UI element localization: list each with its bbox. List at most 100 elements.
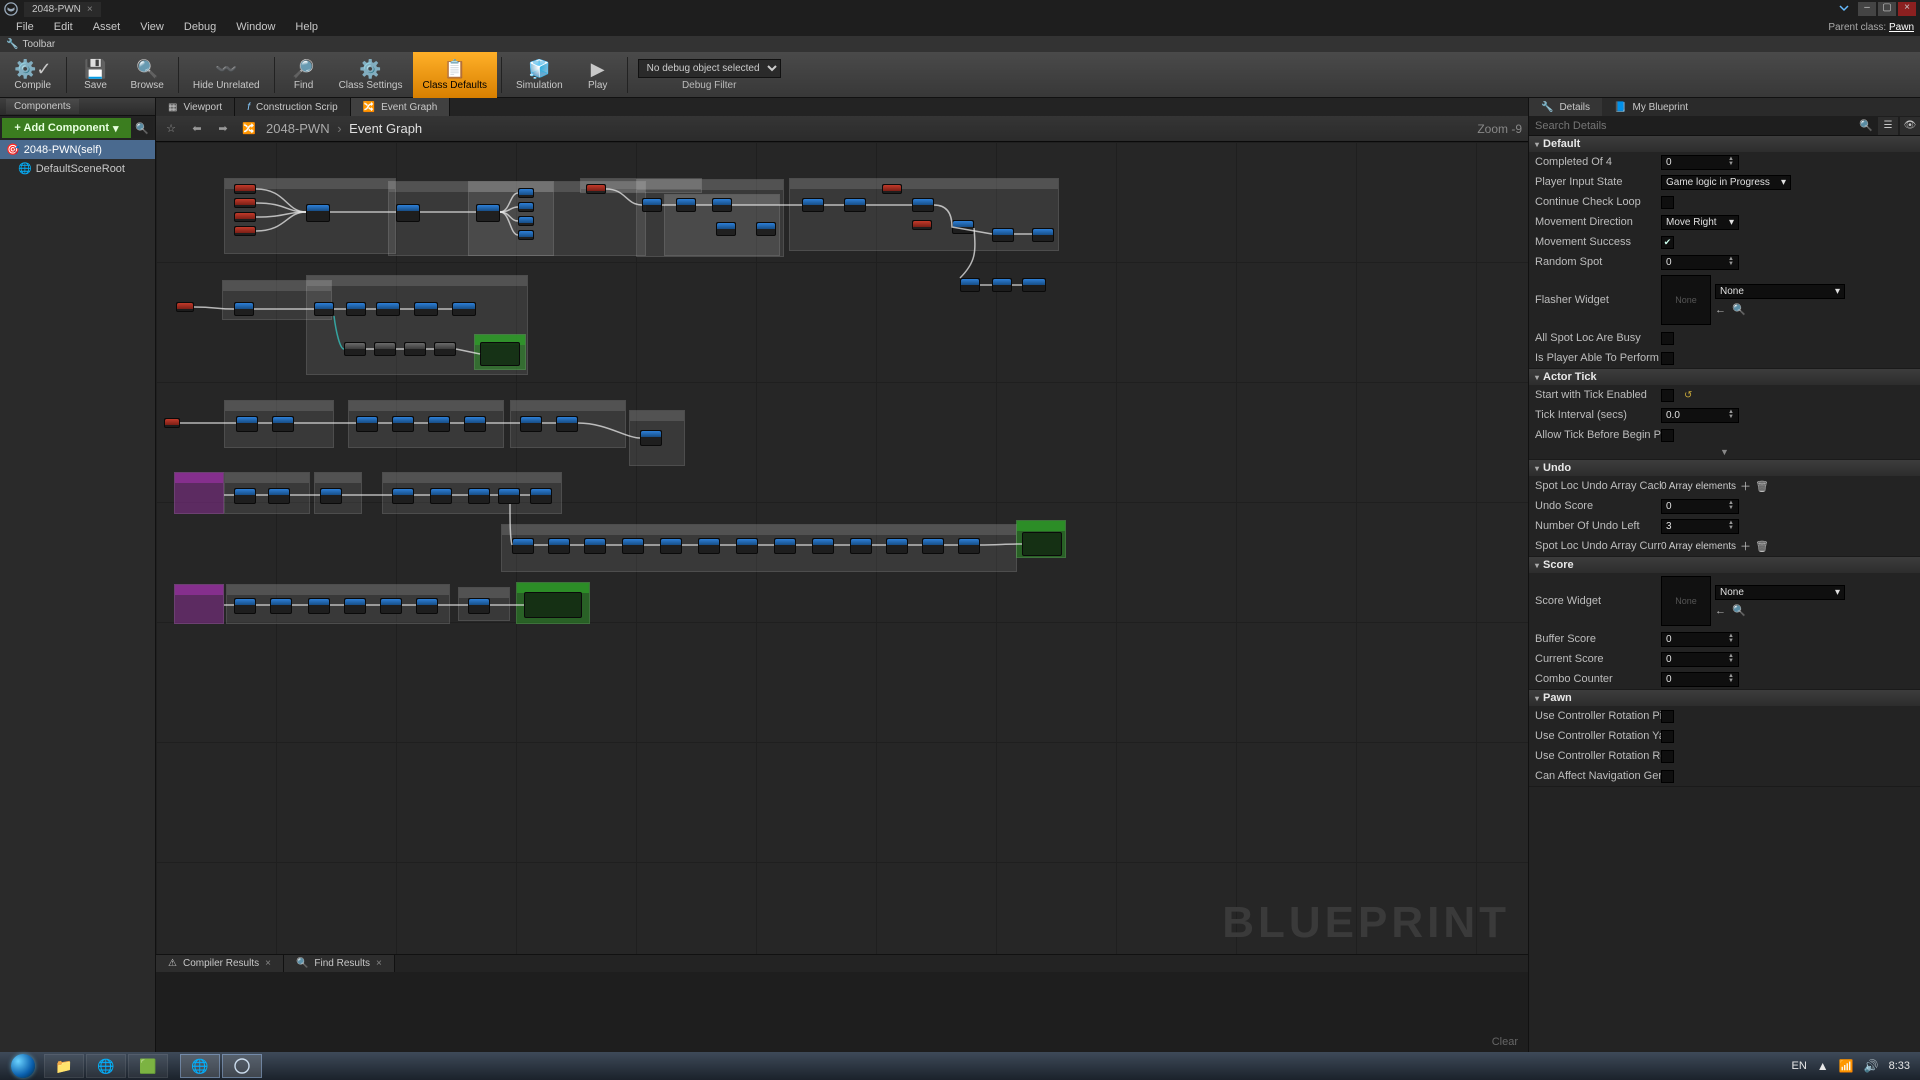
menu-asset[interactable]: Asset: [83, 19, 131, 35]
nav-forward-button[interactable]: ➡: [214, 120, 232, 138]
graph-node[interactable]: [512, 538, 534, 554]
tray-network-icon[interactable]: 📶: [1839, 1059, 1854, 1073]
component-root[interactable]: 🎯 2048-PWN(self): [0, 140, 155, 159]
component-search-button[interactable]: 🔍: [131, 118, 153, 138]
graph-node[interactable]: [530, 488, 552, 504]
graph-node[interactable]: [960, 278, 980, 292]
movement-direction-dropdown[interactable]: Move Right▾: [1661, 215, 1739, 230]
graph-node[interactable]: [642, 198, 662, 212]
graph-node[interactable]: [952, 220, 974, 234]
graph-node[interactable]: [430, 488, 452, 504]
compile-button[interactable]: ⚙️✓ Compile: [4, 52, 62, 98]
graph-node[interactable]: [518, 216, 534, 226]
add-component-button[interactable]: + Add Component ▾: [2, 118, 131, 138]
movement-success-checkbox[interactable]: ✔: [1661, 236, 1674, 249]
document-tab-close-icon[interactable]: ×: [87, 4, 93, 15]
graph-node[interactable]: [374, 342, 396, 356]
graph-node[interactable]: [556, 416, 578, 432]
graph-node[interactable]: [912, 198, 934, 212]
player-input-state-dropdown[interactable]: Game logic in Progress▾: [1661, 175, 1791, 190]
continue-check-loop-checkbox[interactable]: [1661, 196, 1674, 209]
allow-tick-before-checkbox[interactable]: [1661, 429, 1674, 442]
graph-node[interactable]: [234, 198, 256, 208]
graph-node[interactable]: [882, 184, 902, 194]
clear-button[interactable]: Clear: [1492, 1036, 1518, 1048]
graph-node[interactable]: [802, 198, 824, 212]
find-button[interactable]: 🔎 Find: [279, 52, 329, 98]
graph-node[interactable]: [922, 538, 944, 554]
graph-node[interactable]: [320, 488, 342, 504]
tab-event-graph[interactable]: 🔀 Event Graph: [351, 98, 451, 116]
graph-node[interactable]: [346, 302, 366, 316]
flasher-widget-dropdown[interactable]: None▾: [1715, 284, 1845, 299]
graph-node[interactable]: [548, 538, 570, 554]
start-button[interactable]: [4, 1052, 42, 1080]
graph-node[interactable]: [958, 538, 980, 554]
language-indicator[interactable]: EN: [1792, 1060, 1807, 1072]
graph-node[interactable]: [464, 416, 486, 432]
tab-viewport[interactable]: ▦ Viewport: [156, 98, 235, 116]
graph-node[interactable]: [234, 302, 254, 316]
tray-flag-icon[interactable]: ▲: [1817, 1059, 1829, 1073]
score-widget-thumb[interactable]: None: [1661, 576, 1711, 626]
pawn-roll-checkbox[interactable]: [1661, 750, 1674, 763]
use-selected-icon[interactable]: ←: [1715, 605, 1726, 617]
graph-node[interactable]: [992, 278, 1012, 292]
search-icon[interactable]: 🔍: [1856, 119, 1876, 132]
undo-left-field[interactable]: 3▲▼: [1661, 519, 1739, 534]
graph-node[interactable]: [434, 342, 456, 356]
graph-node[interactable]: [396, 204, 420, 222]
comment-box[interactable]: [174, 584, 224, 624]
blueprint-icon[interactable]: 🔀: [240, 120, 258, 138]
flasher-widget-thumb[interactable]: None: [1661, 275, 1711, 325]
graph-node[interactable]: [428, 416, 450, 432]
nav-back-button[interactable]: ⬅: [188, 120, 206, 138]
current-score-field[interactable]: 0▲▼: [1661, 652, 1739, 667]
window-close-button[interactable]: ×: [1898, 2, 1916, 16]
graph-node[interactable]: [314, 302, 334, 316]
favorite-icon[interactable]: ☆: [162, 120, 180, 138]
graph-node[interactable]: [356, 416, 378, 432]
details-search-input[interactable]: [1529, 120, 1856, 132]
graph-node[interactable]: [344, 342, 366, 356]
graph-node[interactable]: [392, 416, 414, 432]
graph-node[interactable]: [886, 538, 908, 554]
crumb-root[interactable]: 2048-PWN: [266, 121, 330, 136]
menu-window[interactable]: Window: [226, 19, 285, 35]
graph-node[interactable]: [524, 592, 582, 618]
expand-section-button[interactable]: ▼: [1529, 445, 1920, 459]
graph-node[interactable]: [712, 198, 732, 212]
menu-file[interactable]: File: [6, 19, 44, 35]
close-icon[interactable]: ×: [376, 958, 382, 969]
random-spot-field[interactable]: 0▲▼: [1661, 255, 1739, 270]
browse-asset-icon[interactable]: 🔍: [1732, 303, 1746, 316]
graph-node[interactable]: [518, 188, 534, 198]
pawn-yaw-checkbox[interactable]: [1661, 730, 1674, 743]
graph-node[interactable]: [912, 220, 932, 230]
score-widget-dropdown[interactable]: None▾: [1715, 585, 1845, 600]
array-clear-icon[interactable]: 🗑: [1755, 480, 1769, 493]
graph-node[interactable]: [498, 488, 520, 504]
components-tab[interactable]: Components: [6, 99, 79, 114]
dropdown-icon[interactable]: [1838, 2, 1850, 17]
comment-box[interactable]: [789, 178, 1059, 251]
graph-node[interactable]: [344, 598, 366, 614]
tab-construction[interactable]: f Construction Scrip: [235, 98, 350, 116]
browse-asset-icon[interactable]: 🔍: [1732, 604, 1746, 617]
parent-class-link[interactable]: Pawn: [1889, 22, 1914, 33]
tab-my-blueprint[interactable]: 📘 My Blueprint: [1602, 98, 1700, 116]
graph-node[interactable]: [480, 342, 520, 366]
graph-node[interactable]: [176, 302, 194, 312]
section-pawn[interactable]: Pawn: [1529, 690, 1920, 706]
menu-debug[interactable]: Debug: [174, 19, 226, 35]
graph-node[interactable]: [1022, 278, 1046, 292]
graph-node[interactable]: [416, 598, 438, 614]
menu-edit[interactable]: Edit: [44, 19, 83, 35]
graph-node[interactable]: [234, 488, 256, 504]
graph-node[interactable]: [404, 342, 426, 356]
graph-node[interactable]: [164, 418, 180, 428]
graph-node[interactable]: [1022, 532, 1062, 556]
window-minimize-button[interactable]: –: [1858, 2, 1876, 16]
graph-node[interactable]: [308, 598, 330, 614]
graph-node[interactable]: [468, 488, 490, 504]
